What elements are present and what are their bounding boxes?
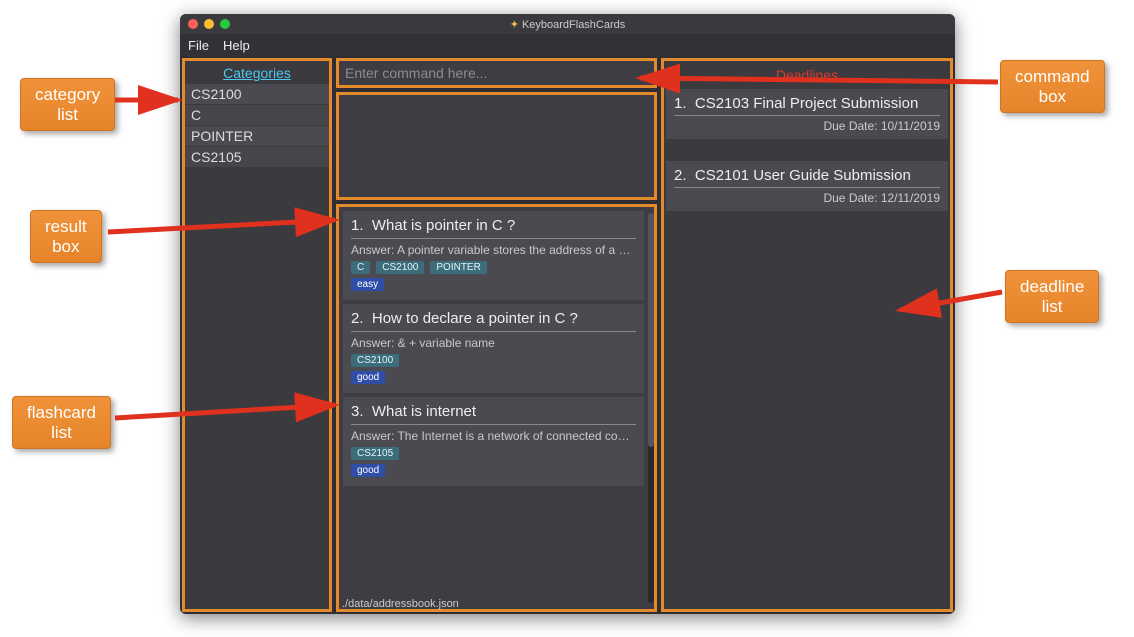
category-item[interactable]: C: [185, 105, 329, 125]
command-box: [336, 58, 657, 88]
callout-flashcard-list: flashcardlist: [12, 396, 111, 449]
callout-command-box: commandbox: [1000, 60, 1105, 113]
menu-file[interactable]: File: [188, 38, 209, 53]
category-list: Categories CS2100 C POINTER CS2105: [182, 58, 332, 612]
status-bar: ./data/addressbook.json: [338, 596, 463, 614]
callout-result-box: resultbox: [30, 210, 102, 263]
flashcard-item[interactable]: 2. How to declare a pointer in C ? Answe…: [343, 304, 644, 393]
menu-bar: File Help: [180, 34, 955, 56]
tag: C: [351, 261, 370, 274]
tag: CS2105: [351, 447, 399, 460]
scrollbar[interactable]: [648, 213, 654, 603]
category-title: Categories: [185, 61, 329, 83]
category-item[interactable]: CS2100: [185, 84, 329, 104]
deadline-list: Deadlines 1. CS2103 Final Project Submis…: [661, 58, 953, 612]
difficulty-badge: easy: [351, 278, 384, 291]
tag: CS2100: [376, 261, 424, 274]
deadline-item[interactable]: 2. CS2101 User Guide Submission Due Date…: [666, 161, 948, 211]
flashcard-answer: Answer: A pointer variable stores the ad…: [351, 239, 636, 261]
flashcard-answer: Answer: & + variable name: [351, 332, 636, 354]
flashcard-item[interactable]: 1. What is pointer in C ? Answer: A poin…: [343, 211, 644, 300]
category-item[interactable]: POINTER: [185, 126, 329, 146]
callout-category-list: categorylist: [20, 78, 115, 131]
window-title: ✦KeyboardFlashCards: [180, 18, 955, 31]
category-item[interactable]: CS2105: [185, 147, 329, 167]
titlebar: ✦KeyboardFlashCards: [180, 14, 955, 34]
app-icon: ✦: [510, 19, 519, 31]
command-input[interactable]: [339, 65, 654, 81]
flashcard-item[interactable]: 3. What is internet Answer: The Internet…: [343, 397, 644, 486]
tag: POINTER: [430, 261, 486, 274]
app-window: ✦KeyboardFlashCards File Help Categories…: [180, 14, 955, 614]
due-date: Due Date: 10/11/2019: [674, 116, 940, 133]
client-area: Categories CS2100 C POINTER CS2105 1. Wh…: [180, 56, 955, 614]
difficulty-badge: good: [351, 371, 385, 384]
due-date: Due Date: 12/11/2019: [674, 188, 940, 205]
deadline-title: Deadlines: [666, 63, 948, 89]
tag: CS2100: [351, 354, 399, 367]
difficulty-badge: good: [351, 464, 385, 477]
flashcard-answer: Answer: The Internet is a network of con…: [351, 425, 636, 447]
callout-deadline-list: deadlinelist: [1005, 270, 1099, 323]
deadline-item[interactable]: 1. CS2103 Final Project Submission Due D…: [666, 89, 948, 139]
flashcard-list: 1. What is pointer in C ? Answer: A poin…: [336, 204, 657, 612]
middle-column: 1. What is pointer in C ? Answer: A poin…: [334, 56, 659, 614]
menu-help[interactable]: Help: [223, 38, 250, 53]
result-box: [336, 92, 657, 200]
